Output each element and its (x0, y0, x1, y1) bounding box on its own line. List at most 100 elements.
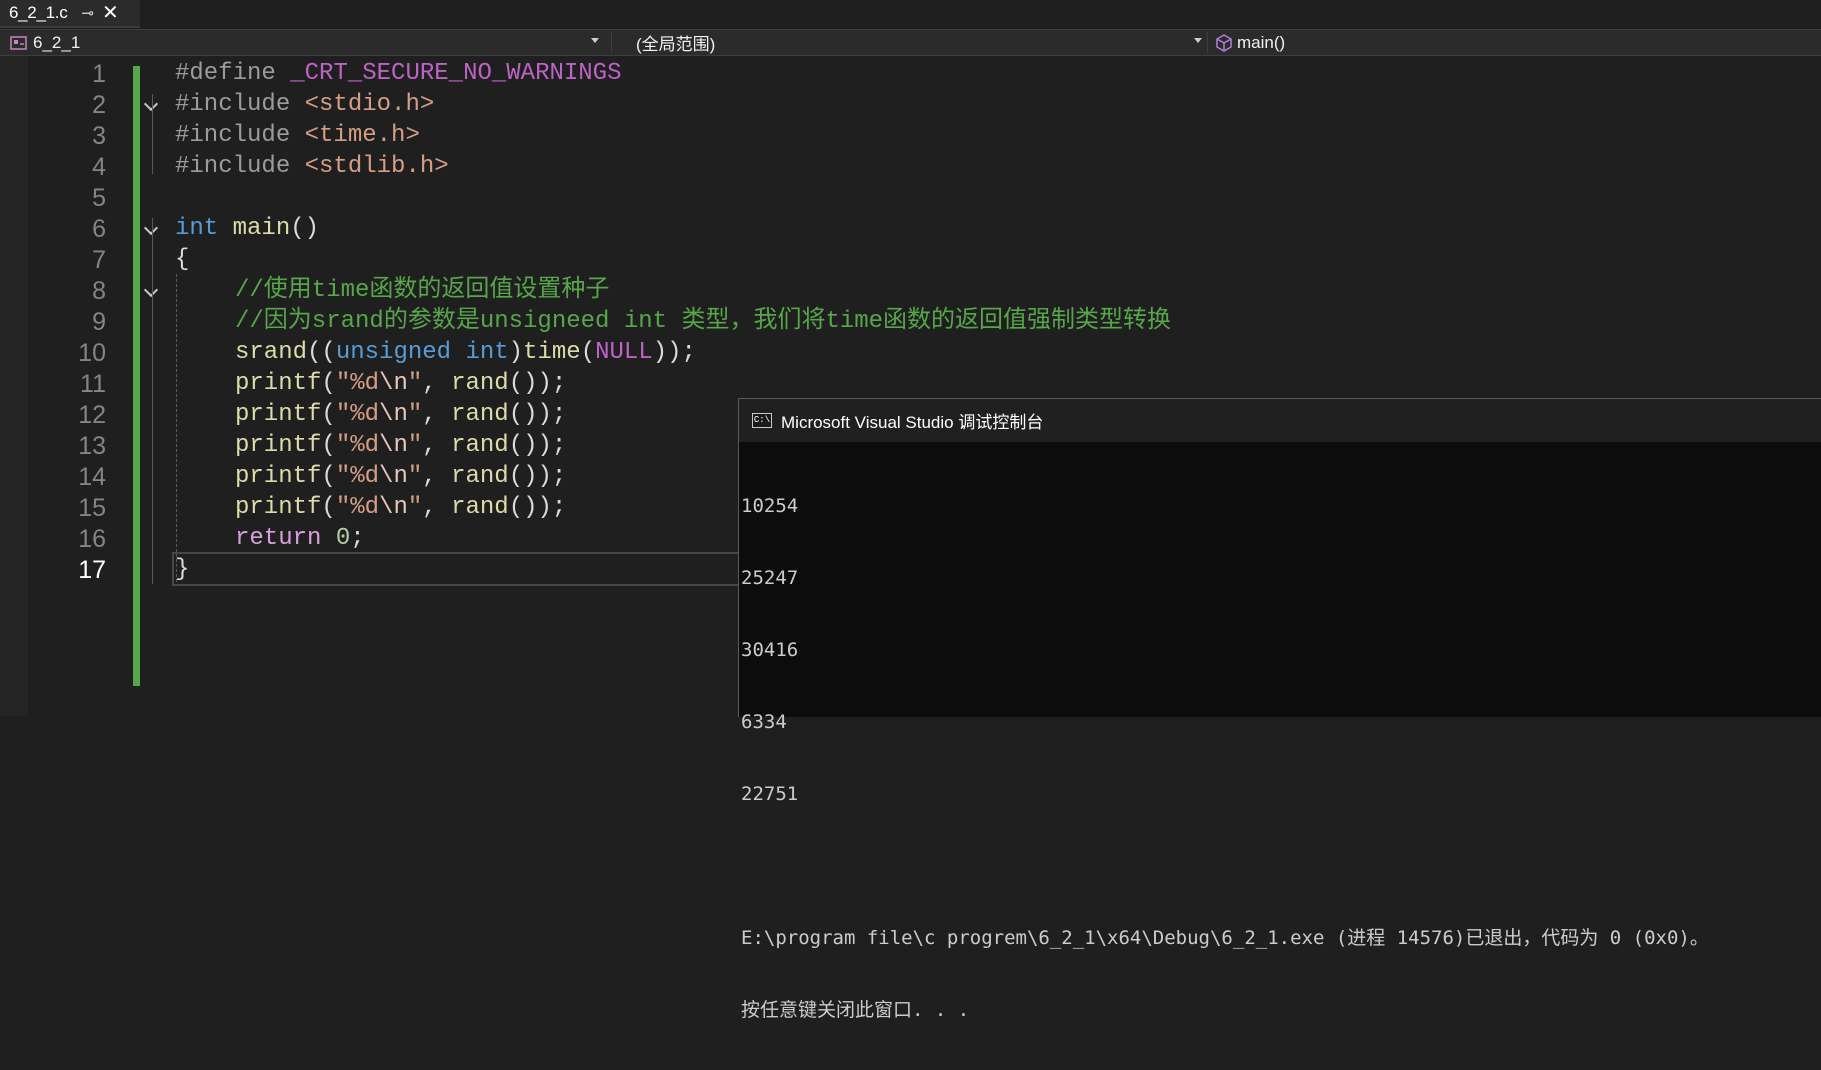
function-name: rand (451, 494, 509, 521)
keyword: int (175, 215, 219, 242)
keyword: int (465, 339, 509, 366)
string: "%d (335, 432, 380, 459)
debug-console-window[interactable]: C:\ Microsoft Visual Studio 调试控制台 10254 … (738, 398, 1821, 1021)
indent-guide (152, 94, 153, 174)
scope-dropdown[interactable]: (全局范围) (636, 30, 1196, 55)
escape-sequence: \n (379, 370, 408, 397)
chevron-down-icon[interactable] (143, 282, 159, 298)
header-name: <time.h> (304, 122, 420, 149)
punctuation: () (290, 215, 320, 242)
function-name: time (523, 339, 581, 366)
member-dropdown[interactable]: main() (1215, 30, 1815, 55)
console-line: 22751 (741, 783, 799, 805)
chevron-down-icon[interactable] (591, 38, 599, 43)
punctuation: ()); (508, 432, 567, 459)
function-name: printf (235, 432, 322, 459)
chevron-down-icon[interactable] (1194, 38, 1202, 43)
punctuation: ()); (508, 494, 567, 521)
project-dropdown[interactable]: 6_2_1 (10, 30, 605, 55)
escape-sequence: \n (379, 494, 408, 521)
punctuation: ) (508, 339, 524, 366)
punctuation: ()); (508, 463, 567, 490)
member-name: main() (1237, 32, 1286, 52)
indent-guide (176, 274, 178, 582)
punctuation: , (422, 370, 452, 397)
function-name: printf (235, 370, 322, 397)
punctuation: ( (321, 463, 336, 490)
cube-icon (1216, 33, 1232, 52)
function-name: rand (451, 432, 509, 459)
project-name: 6_2_1 (33, 32, 81, 52)
string: "%d (335, 463, 380, 490)
console-title-bar[interactable]: C:\ Microsoft Visual Studio 调试控制台 (739, 399, 1821, 442)
keyword: unsigned (335, 339, 452, 366)
document-tab-bar: 6_2_1.c ⊸ ✕ (0, 0, 1821, 28)
keyword: return (235, 525, 322, 552)
punctuation: , (422, 494, 452, 521)
header-name: <stdlib.h> (304, 153, 449, 180)
punctuation: ( (321, 401, 336, 428)
string: " (407, 432, 423, 459)
close-icon[interactable]: ✕ (102, 3, 119, 23)
punctuation: ( (321, 494, 336, 521)
console-line: 25247 (741, 567, 799, 589)
console-icon: C:\ (752, 413, 772, 428)
console-line: 10254 (741, 495, 799, 517)
console-output: 10254 25247 30416 6334 22751 E:\program … (741, 446, 1709, 1070)
document-tab[interactable]: 6_2_1.c ⊸ ✕ (0, 0, 140, 28)
directive: #include (175, 153, 291, 180)
function-name: rand (451, 370, 509, 397)
console-line: E:\program file\c progrem\6_2_1\x64\Debu… (741, 927, 1709, 949)
escape-sequence: \n (379, 432, 408, 459)
macro-name: NULL (595, 339, 653, 366)
indent-guide (152, 218, 153, 584)
string: " (407, 494, 423, 521)
pin-icon[interactable]: ⊸ (81, 4, 94, 22)
string: "%d (335, 494, 380, 521)
macro-name: _CRT_SECURE_NO_WARNINGS (290, 60, 622, 87)
escape-sequence: \n (379, 463, 408, 490)
directive: #define (175, 60, 276, 87)
punctuation: ( (321, 432, 336, 459)
punctuation: )); (652, 339, 696, 366)
nav-divider (1207, 32, 1208, 53)
comment: //使用time函数的返回值设置种子 (235, 277, 610, 304)
function-name: printf (235, 463, 322, 490)
chevron-down-icon[interactable] (143, 220, 159, 236)
tab-title: 6_2_1.c (9, 3, 68, 22)
chevron-down-icon[interactable] (143, 96, 159, 112)
scope-name: (全局范围) (636, 35, 716, 54)
punctuation: (( (307, 339, 336, 366)
punctuation: ()); (508, 401, 567, 428)
comment: //因为srand的参数是unsigneed int 类型，我们将time函数的… (235, 308, 1172, 335)
directive: #include (175, 122, 291, 149)
header-name: <stdio.h> (304, 91, 435, 118)
function-name: rand (451, 401, 509, 428)
function-name: printf (235, 401, 322, 428)
punctuation: ( (321, 370, 336, 397)
function-name: main (232, 215, 291, 242)
punctuation: , (422, 432, 452, 459)
string: " (407, 463, 423, 490)
punctuation: ; (350, 525, 365, 552)
console-line: 6334 (741, 711, 787, 733)
punctuation: , (422, 463, 452, 490)
punctuation: ()); (508, 370, 567, 397)
string: "%d (335, 370, 380, 397)
nav-divider (611, 32, 612, 53)
punctuation: , (422, 401, 452, 428)
string: "%d (335, 401, 380, 428)
directive: #include (175, 91, 291, 118)
project-icon (10, 35, 27, 50)
punctuation: ( (580, 339, 596, 366)
string: " (407, 401, 423, 428)
function-name: printf (235, 494, 322, 521)
navigation-bar: 6_2_1 (全局范围) main() (0, 29, 1821, 56)
number-literal: 0 (335, 525, 351, 552)
console-line: 按任意键关闭此窗口. . . (741, 999, 970, 1021)
function-name: srand (235, 339, 308, 366)
function-name: rand (451, 463, 509, 490)
line-number-active: 17 (78, 556, 106, 584)
